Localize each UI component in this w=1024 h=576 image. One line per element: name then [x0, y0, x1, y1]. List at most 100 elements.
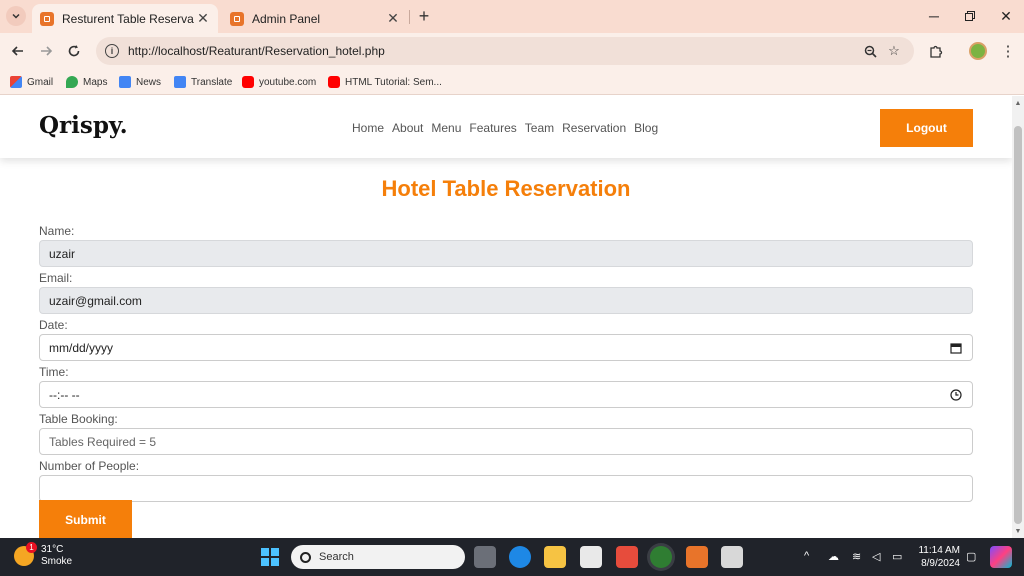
nav-blog[interactable]: Blog	[634, 121, 658, 135]
submit-button[interactable]: Submit	[39, 500, 132, 538]
chevron-down-icon	[12, 13, 20, 19]
page-scrollbar[interactable]: ▲ ▼	[1012, 96, 1024, 538]
browser-toolbar: i http://localhost/Reaturant/Reservation…	[0, 33, 1024, 69]
people-label: Number of People:	[39, 459, 140, 473]
bookmark-youtube[interactable]: youtube.com	[242, 74, 316, 90]
time-value: --:-- --	[49, 387, 80, 402]
close-window-button[interactable]: ✕	[994, 5, 1018, 27]
maps-icon	[66, 76, 78, 88]
volume-icon[interactable]: ◁	[872, 550, 880, 563]
xampp-icon	[230, 11, 244, 26]
search-placeholder: Search	[319, 551, 354, 563]
taskbar-search[interactable]: Search	[291, 545, 465, 569]
tab-search-button[interactable]	[6, 6, 26, 26]
search-icon	[300, 551, 311, 563]
notifications-icon[interactable]: ▢	[966, 550, 976, 563]
tab-separator	[409, 10, 410, 24]
clock-date: 8/9/2024	[921, 558, 960, 569]
onedrive-icon[interactable]: ☁	[828, 550, 839, 563]
url-text[interactable]: http://localhost/Reaturant/Reservation_h…	[128, 44, 858, 58]
nav-team[interactable]: Team	[525, 121, 554, 135]
reload-button[interactable]	[62, 39, 86, 63]
arrow-left-icon	[11, 46, 23, 56]
table-booking-label: Table Booking:	[39, 412, 118, 426]
time-field[interactable]: --:-- --	[39, 381, 973, 408]
page-title: Hotel Table Reservation	[381, 176, 631, 201]
nav-about[interactable]: About	[392, 121, 423, 135]
bookmark-label: HTML Tutorial: Sem...	[345, 76, 442, 88]
gmail-icon	[10, 76, 22, 88]
scroll-down-icon[interactable]: ▼	[1014, 528, 1022, 536]
scroll-up-icon[interactable]: ▲	[1014, 100, 1022, 108]
nav-home[interactable]: Home	[352, 121, 384, 135]
nav-features[interactable]: Features	[469, 121, 516, 135]
nav-menu[interactable]: Menu	[431, 121, 461, 135]
chevron-up-icon[interactable]: ^	[804, 550, 809, 562]
forward-button[interactable]	[34, 39, 58, 63]
chrome-icon[interactable]	[650, 546, 672, 568]
minimize-button[interactable]: ─	[922, 5, 946, 27]
weather-widget[interactable]: 1 31°C Smoke	[14, 542, 72, 568]
site-info-icon[interactable]: i	[105, 44, 119, 58]
battery-icon[interactable]: ▭	[892, 550, 902, 563]
tab-admin-panel[interactable]: Admin Panel ✕	[222, 4, 408, 33]
xampp-icon	[40, 11, 54, 26]
date-label: Date:	[39, 318, 68, 332]
extensions-button[interactable]	[924, 39, 948, 63]
page-viewport: Qrispy. Home About Menu Features Team Re…	[0, 96, 1012, 538]
date-value: mm/dd/yyyy	[49, 340, 114, 355]
site-header: Qrispy. Home About Menu Features Team Re…	[0, 96, 1012, 158]
wifi-icon[interactable]: ≋	[852, 550, 861, 563]
reload-icon	[68, 45, 80, 57]
scrollbar-thumb[interactable]	[1014, 126, 1022, 524]
close-icon[interactable]: ✕	[194, 10, 212, 28]
wps-office-icon[interactable]	[616, 546, 638, 568]
nav-reservation[interactable]: Reservation	[562, 121, 626, 135]
file-explorer-icon[interactable]	[544, 546, 566, 568]
bookmark-label: News	[136, 76, 162, 88]
table-booking-field[interactable]: Tables Required = 5	[39, 428, 973, 455]
site-logo[interactable]: Qrispy.	[39, 112, 128, 139]
tab-strip: Resturent Table Reservation ✕ Admin Pane…	[0, 0, 1024, 33]
new-tab-button[interactable]: +	[414, 6, 434, 26]
bookmark-maps[interactable]: Maps	[66, 74, 107, 90]
copilot-icon[interactable]	[990, 546, 1012, 568]
bookmark-translate[interactable]: Translate	[174, 74, 232, 90]
bookmarks-bar: Gmail Maps News Translate youtube.com HT…	[0, 69, 1024, 95]
system-clock[interactable]: 11:14 AM 8/9/2024	[912, 544, 960, 570]
people-field[interactable]	[39, 475, 973, 502]
name-label: Name:	[39, 224, 75, 238]
bookmark-gmail[interactable]: Gmail	[10, 74, 53, 90]
address-bar[interactable]: i http://localhost/Reaturant/Reservation…	[96, 37, 914, 65]
logout-button[interactable]: Logout	[880, 109, 973, 147]
snipping-tool-icon[interactable]	[721, 546, 743, 568]
email-label: Email:	[39, 271, 73, 285]
profile-avatar[interactable]	[966, 39, 990, 63]
windows-start-icon[interactable]	[259, 546, 281, 568]
name-field[interactable]: uzair	[39, 240, 973, 267]
email-field[interactable]: uzair@gmail.com	[39, 287, 973, 314]
back-button[interactable]	[6, 39, 30, 63]
store-icon[interactable]	[580, 546, 602, 568]
tab-reservation[interactable]: Resturent Table Reservation ✕	[32, 4, 218, 33]
star-icon[interactable]: ☆	[882, 39, 906, 63]
temperature: 31°C	[41, 544, 64, 555]
bookmark-html-tutorial[interactable]: HTML Tutorial: Sem...	[328, 74, 442, 90]
zoom-icon[interactable]	[858, 39, 882, 63]
edge-icon[interactable]	[509, 546, 531, 568]
translate-icon	[174, 76, 186, 88]
bookmark-news[interactable]: News	[119, 74, 161, 90]
weather-icon: 1	[14, 542, 37, 566]
bookmark-label: youtube.com	[259, 76, 317, 88]
name-value: uzair	[49, 246, 76, 261]
date-field[interactable]: mm/dd/yyyy	[39, 334, 973, 361]
xampp-icon[interactable]	[686, 546, 708, 568]
menu-button[interactable]: ⋮	[996, 39, 1020, 63]
close-icon[interactable]: ✕	[384, 10, 402, 28]
task-view-icon[interactable]	[474, 546, 496, 568]
clock-icon[interactable]	[950, 389, 962, 401]
news-icon	[119, 76, 131, 88]
calendar-icon[interactable]	[950, 342, 962, 354]
notification-badge: 1	[26, 542, 37, 553]
restore-button[interactable]	[958, 5, 982, 27]
